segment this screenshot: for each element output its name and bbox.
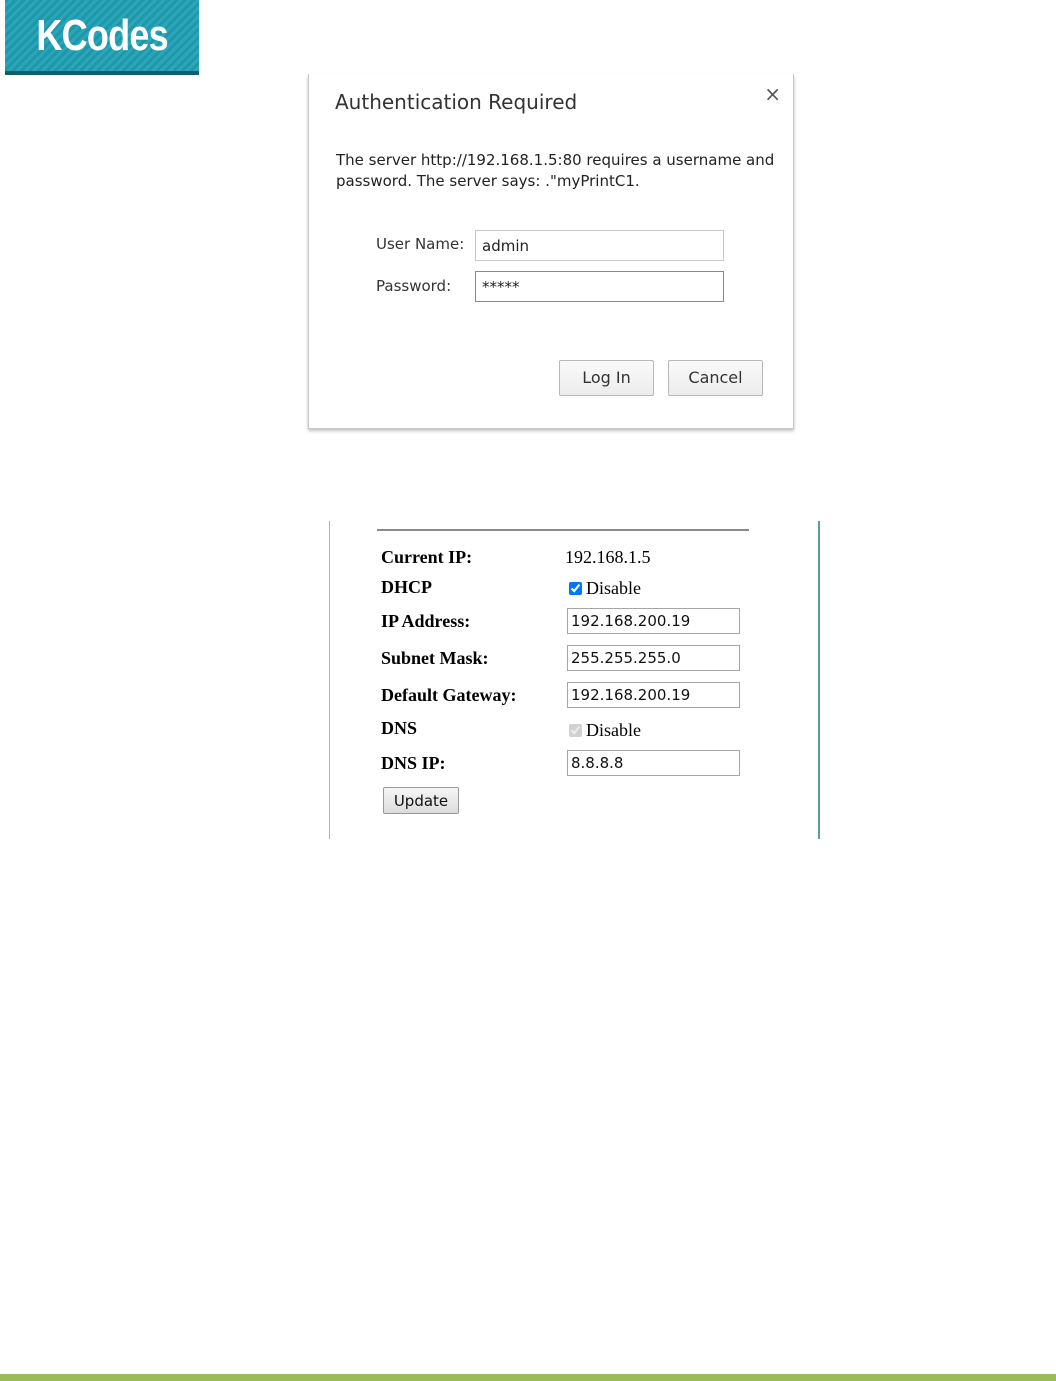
username-label: User Name:: [376, 235, 465, 253]
dialog-message: The server http://192.168.1.5:80 require…: [336, 151, 775, 190]
dns-ip-input[interactable]: [567, 750, 740, 776]
subnet-mask-input[interactable]: [567, 645, 740, 671]
subnet-mask-label: Subnet Mask:: [381, 648, 489, 668]
password-input[interactable]: [475, 271, 724, 302]
ip-address-label: IP Address:: [381, 611, 471, 631]
dns-disable-option[interactable]: Disable: [569, 720, 641, 741]
network-settings-panel: Current IP: 192.168.1.5 DHCP Disable IP …: [329, 521, 820, 839]
dialog-title: Authentication Required: [335, 90, 578, 114]
current-ip-label: Current IP:: [381, 547, 473, 567]
password-label: Password:: [376, 277, 452, 295]
dns-disable-checkbox[interactable]: [569, 724, 582, 737]
cancel-button[interactable]: Cancel: [668, 360, 763, 396]
divider: [377, 529, 749, 531]
dns-ip-label: DNS IP:: [381, 753, 446, 773]
dhcp-disable-option[interactable]: Disable: [569, 578, 641, 599]
kcodes-logo: KCodes: [5, 0, 199, 75]
dhcp-disable-label: Disable: [586, 578, 641, 598]
dhcp-label: DHCP: [381, 577, 432, 597]
login-button[interactable]: Log In: [559, 360, 654, 396]
dhcp-disable-checkbox[interactable]: [569, 582, 582, 595]
dns-disable-label: Disable: [586, 720, 641, 740]
update-button[interactable]: Update: [383, 787, 459, 814]
username-input[interactable]: [475, 230, 724, 261]
footer-bar: [0, 1374, 1056, 1381]
logo-text: KCodes: [36, 10, 168, 60]
current-ip-value: 192.168.1.5: [565, 547, 651, 567]
close-icon[interactable]: ×: [764, 82, 781, 106]
default-gateway-input[interactable]: [567, 682, 740, 708]
dns-label: DNS: [381, 718, 418, 738]
auth-dialog: Authentication Required × The server htt…: [308, 74, 794, 429]
default-gateway-label: Default Gateway:: [381, 685, 517, 705]
ip-address-input[interactable]: [567, 608, 740, 634]
